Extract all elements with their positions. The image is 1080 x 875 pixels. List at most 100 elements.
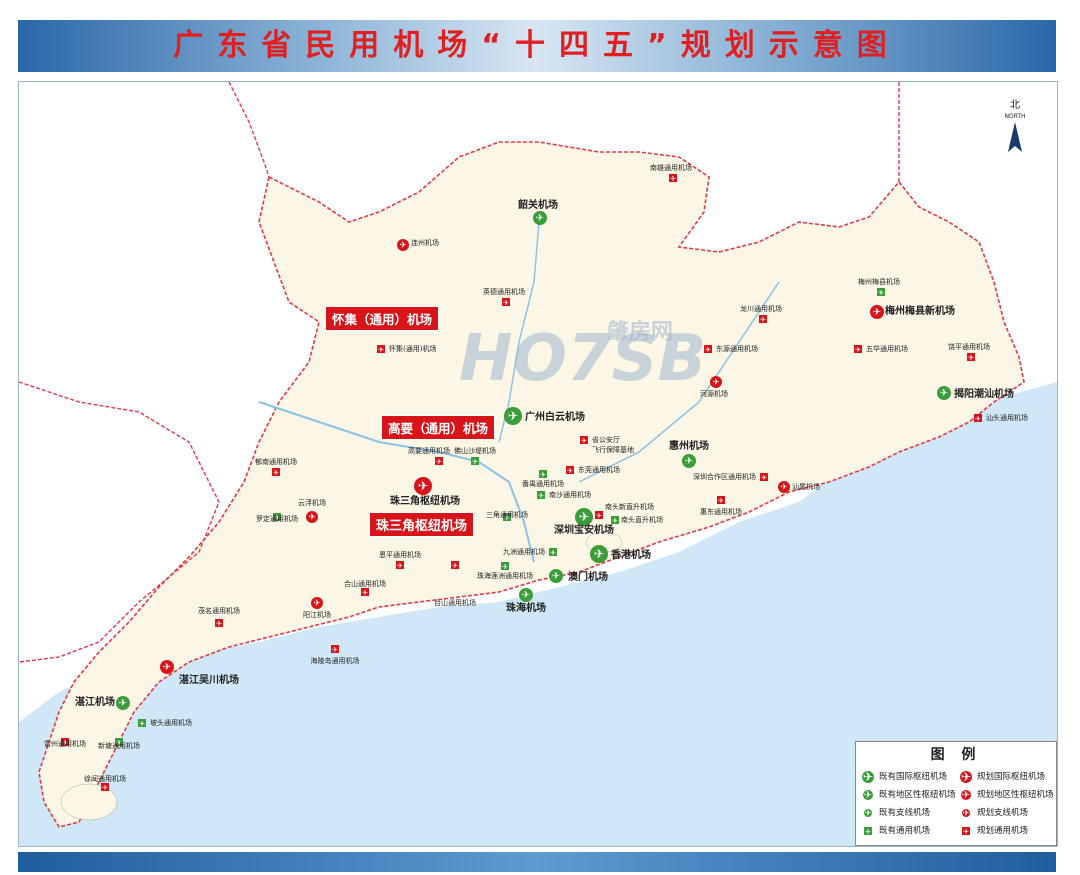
- airport-marker-jiuzhou[interactable]: ✈: [549, 548, 557, 557]
- airport-marker-wuhua[interactable]: ✈: [854, 345, 862, 354]
- airport-label-provincial-2: 飞行保障基地: [592, 445, 634, 454]
- svg-text:✈: ✈: [975, 415, 981, 423]
- map-canvas[interactable]: 北 NORTH ✈ ✈ ✈ ✈ ✈ ✈ ✈ ✈ ✈ ✈ ✈ ✈ ✈ ✈ ✈ ✈ ✈ ✈ ✈ ✈ ✈ ✈ ✈ ✈ ✈ ✈ ✈ ✈ ✈ ✈ ✈ ✈…: [18, 81, 1058, 847]
- airport-marker-panyu[interactable]: ✈: [539, 470, 547, 479]
- svg-text:✈: ✈: [163, 662, 171, 673]
- airport-marker-lianzhou[interactable]: ✈: [397, 239, 409, 251]
- airport-marker-hailingdao[interactable]: ✈: [331, 645, 339, 654]
- airport-marker-nansha[interactable]: ✈: [537, 491, 545, 500]
- airport-marker-macau[interactable]: ✈: [549, 569, 563, 583]
- svg-text:✈: ✈: [552, 571, 560, 582]
- airport-label-enping: 恩平通用机场: [379, 550, 421, 559]
- svg-text:✈: ✈: [761, 474, 767, 482]
- legend-marker-existing-regional[interactable]: ✈: [863, 789, 873, 801]
- legend-item-existing-general: ✈ 既有通用机场: [862, 824, 930, 837]
- north-label: 北: [1010, 99, 1020, 111]
- airport-label-panyu: 番禺通用机场: [522, 479, 564, 488]
- svg-text:✈: ✈: [863, 771, 874, 783]
- svg-text:✈: ✈: [878, 289, 884, 297]
- airport-marker-nanxiong[interactable]: ✈: [669, 174, 677, 183]
- airport-marker-jieyang[interactable]: ✈: [937, 386, 951, 400]
- airport-label-dongyuan: 东源通用机场: [716, 344, 758, 353]
- intl-airport-icon: ✈: [960, 770, 972, 783]
- svg-text:✈: ✈: [864, 790, 872, 801]
- legend-label: 规划国际枢纽机场: [977, 772, 1046, 782]
- airport-marker-heshan[interactable]: ✈: [361, 588, 369, 597]
- airport-marker-maoming[interactable]: ✈: [215, 619, 223, 628]
- airport-marker-heyuan[interactable]: ✈: [710, 376, 722, 388]
- airport-marker-zhuhai[interactable]: ✈: [519, 588, 533, 602]
- airport-marker-yingde[interactable]: ✈: [502, 298, 510, 307]
- airport-marker-huizhou[interactable]: ✈: [682, 454, 696, 468]
- airport-marker-shenzhen[interactable]: ✈: [575, 508, 593, 526]
- airport-label-nantou-heli: 南头新直升机场: [605, 502, 654, 511]
- airport-marker-foshan[interactable]: ✈: [471, 457, 479, 466]
- airport-marker-gaoyao[interactable]: ✈: [435, 457, 443, 466]
- airport-marker-nantou-heli[interactable]: ✈: [595, 511, 603, 520]
- legend-marker-existing-general[interactable]: ✈: [864, 826, 872, 836]
- airport-label-zhanjiang-wuchuan: 湛江吴川机场: [179, 673, 239, 686]
- legend-marker-planned-general[interactable]: ✈: [962, 826, 970, 836]
- svg-text:✈: ✈: [540, 471, 546, 479]
- svg-text:✈: ✈: [670, 175, 676, 183]
- airport-marker-provincial[interactable]: ✈: [580, 436, 588, 445]
- svg-text:✈: ✈: [968, 354, 974, 362]
- svg-text:✈: ✈: [362, 589, 368, 597]
- legend-label: 既有国际枢纽机场: [879, 772, 948, 782]
- north-label-en: NORTH: [1004, 113, 1025, 120]
- airport-marker-huidong[interactable]: ✈: [717, 496, 725, 505]
- svg-text:✈: ✈: [399, 240, 406, 250]
- svg-text:✈: ✈: [596, 512, 602, 520]
- airport-marker-huaiji[interactable]: ✈: [377, 345, 385, 354]
- airport-marker-meizhou[interactable]: ✈: [877, 288, 885, 297]
- airport-marker-shaoguan[interactable]: ✈: [533, 211, 547, 225]
- airport-label-nanxiong: 南雄通用机场: [650, 163, 692, 172]
- legend-marker-existing-intl[interactable]: ✈: [862, 770, 874, 783]
- legend-marker-planned-regional[interactable]: ✈: [961, 789, 971, 801]
- airport-marker-baiyun[interactable]: ✈: [504, 407, 522, 425]
- airport-label-prd-hub: 珠三角枢纽机场: [390, 494, 460, 507]
- airport-marker-meizhou-new[interactable]: ✈: [870, 305, 884, 319]
- airport-marker-zhanjiang[interactable]: ✈: [116, 696, 130, 710]
- airport-marker-zhuhai-lianzhou[interactable]: ✈: [501, 562, 509, 571]
- airport-marker-shenzhen-shanwei[interactable]: ✈: [760, 473, 768, 482]
- airport-label-meizhou: 梅州梅县机场: [858, 277, 900, 286]
- legend-item-planned-intl: ✈ 规划国际枢纽机场: [960, 770, 1045, 783]
- airport-marker-shantou[interactable]: ✈: [974, 414, 982, 423]
- svg-text:✈: ✈: [864, 807, 871, 817]
- airport-marker-yunan[interactable]: ✈: [272, 468, 280, 477]
- airport-marker-nantou[interactable]: ✈: [611, 516, 619, 525]
- airport-marker-zhanjiang-wuchuan[interactable]: ✈: [160, 660, 174, 674]
- airport-marker-prd-hub[interactable]: ✈: [414, 477, 432, 495]
- regional-airport-icon: ✈: [961, 789, 971, 801]
- legend-marker-existing-feeder[interactable]: ✈: [864, 807, 872, 817]
- airport-label-leizhou: 雷州通用机场: [44, 739, 86, 748]
- legend-title: 图 例: [930, 747, 982, 763]
- svg-text:✈: ✈: [472, 458, 478, 466]
- svg-text:✈: ✈: [780, 482, 787, 492]
- airport-marker-yangjiang[interactable]: ✈: [311, 597, 323, 609]
- airport-label-nansha: 南沙通用机场: [549, 490, 591, 499]
- airport-marker-raoping[interactable]: ✈: [967, 353, 975, 362]
- svg-text:✈: ✈: [313, 598, 320, 608]
- airport-marker-shanwei[interactable]: ✈: [778, 481, 790, 493]
- airport-label-maoming: 茂名通用机场: [198, 606, 240, 615]
- legend-item-existing-regional: ✈ 既有地区性枢纽机场: [862, 788, 956, 801]
- svg-text:✈: ✈: [102, 784, 108, 792]
- airport-marker-hongkong[interactable]: ✈: [590, 545, 608, 563]
- airport-label-dongguan: 东莞通用机场: [578, 465, 620, 474]
- legend-marker-planned-feeder[interactable]: ✈: [962, 807, 970, 817]
- airport-marker-taishan[interactable]: ✈: [451, 561, 459, 570]
- airport-label-jiuzhou: 九洲通用机场: [503, 547, 545, 556]
- airport-marker-xuwen[interactable]: ✈: [101, 783, 109, 792]
- airport-marker-potou[interactable]: ✈: [138, 719, 146, 728]
- airport-marker-yunfu[interactable]: ✈: [306, 511, 318, 523]
- svg-text:✈: ✈: [873, 307, 881, 318]
- map-title: 广东省民用机场“十四五”规划示意图: [173, 28, 901, 63]
- svg-text:✈: ✈: [452, 562, 458, 570]
- airport-marker-longchuan[interactable]: ✈: [759, 315, 767, 324]
- airport-marker-enping[interactable]: ✈: [396, 561, 404, 570]
- airport-marker-dongguan[interactable]: ✈: [566, 466, 574, 475]
- legend-marker-planned-intl[interactable]: ✈: [960, 770, 972, 783]
- airport-label-potou: 坡头通用机场: [150, 718, 192, 727]
